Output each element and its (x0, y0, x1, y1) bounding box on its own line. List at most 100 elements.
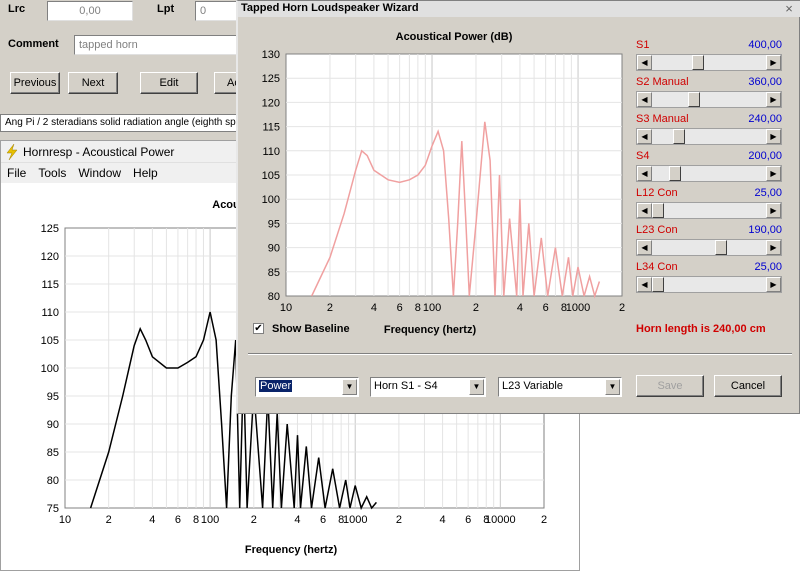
scroll-left-icon[interactable]: ◀ (637, 129, 652, 144)
scroll-right-icon[interactable]: ▶ (766, 129, 781, 144)
cancel-button[interactable]: Cancel (714, 375, 782, 397)
slider-value: 25,00 (754, 187, 782, 199)
x-axis-label: Frequency (hertz) (245, 544, 338, 556)
slider-value: 200,00 (748, 150, 782, 162)
x-tick-label: 2 (106, 514, 112, 526)
y-tick-label: 125 (262, 73, 280, 85)
slider-row: L12 Con 25,00 ◀ ▶ (636, 187, 782, 221)
chevron-down-icon[interactable]: ▼ (342, 379, 357, 395)
scroll-left-icon[interactable]: ◀ (637, 92, 652, 107)
variable-combo[interactable]: L23 Variable ▼ (498, 377, 622, 397)
x-tick-label: 10 (280, 302, 292, 314)
x-tick-label: 6 (543, 302, 549, 314)
y-tick-label: 130 (262, 49, 280, 61)
y-tick-label: 85 (47, 447, 59, 459)
x-tick-label: 4 (294, 514, 300, 526)
slider-track[interactable]: ◀ ▶ (636, 276, 782, 293)
next-button[interactable]: Next (68, 72, 118, 94)
scroll-right-icon[interactable]: ▶ (766, 203, 781, 218)
slider-row: S2 Manual 360,00 ◀ ▶ (636, 76, 782, 110)
scroll-right-icon[interactable]: ▶ (766, 92, 781, 107)
variable-combo-value: L23 Variable (502, 380, 563, 392)
scroll-left-icon[interactable]: ◀ (637, 277, 652, 292)
slider-track[interactable]: ◀ ▶ (636, 54, 782, 71)
x-tick-label: 2 (619, 302, 625, 314)
y-tick-label: 120 (41, 251, 59, 263)
close-icon[interactable]: × (781, 2, 797, 16)
scroll-left-icon[interactable]: ◀ (637, 166, 652, 181)
slider-name: S2 Manual (636, 76, 689, 88)
slider-thumb[interactable] (715, 240, 728, 255)
previous-button[interactable]: Previous (10, 72, 60, 94)
scroll-right-icon[interactable]: ▶ (766, 240, 781, 255)
slider-thumb[interactable] (691, 55, 704, 70)
x-tick-label: 2 (327, 302, 333, 314)
slider-thumb[interactable] (669, 166, 682, 181)
slider-name: L34 Con (636, 261, 678, 273)
slider-row: S1 400,00 ◀ ▶ (636, 39, 782, 73)
menu-tools[interactable]: Tools (32, 163, 72, 183)
x-tick-label: 10000 (485, 514, 516, 526)
slider-track[interactable]: ◀ ▶ (636, 202, 782, 219)
menu-help[interactable]: Help (127, 163, 164, 183)
slider-name: L12 Con (636, 187, 678, 199)
y-tick-label: 95 (47, 391, 59, 403)
angle-text: Ang Pi / 2 steradians solid radiation an… (0, 114, 240, 132)
slider-row: L34 Con 25,00 ◀ ▶ (636, 261, 782, 295)
segment-combo[interactable]: Horn S1 - S4 ▼ (370, 377, 486, 397)
slider-value: 400,00 (748, 39, 782, 51)
slider-row: S4 200,00 ◀ ▶ (636, 150, 782, 184)
scroll-left-icon[interactable]: ◀ (637, 240, 652, 255)
scroll-right-icon[interactable]: ▶ (766, 166, 781, 181)
horn-length-text: Horn length is 240,00 cm (636, 323, 766, 335)
comment-field[interactable]: tapped horn (74, 35, 240, 55)
chevron-down-icon[interactable]: ▼ (605, 379, 620, 395)
y-tick-label: 95 (268, 218, 280, 230)
y-tick-label: 105 (262, 170, 280, 182)
y-tick-label: 110 (262, 146, 280, 158)
slider-thumb[interactable] (652, 277, 664, 292)
menu-file[interactable]: File (1, 163, 32, 183)
wizard-power-chart: 8085909510010511011512012513010 2 4 6 8 100 2 4… (262, 31, 625, 336)
y-tick-label: 90 (268, 243, 280, 255)
save-button[interactable]: Save (636, 375, 704, 397)
view-combo[interactable]: Power ▼ (255, 377, 359, 397)
slider-thumb[interactable] (687, 92, 700, 107)
scroll-left-icon[interactable]: ◀ (637, 203, 652, 218)
x-tick-label: 100 (423, 302, 441, 314)
x-tick-label: 4 (149, 514, 155, 526)
chart-title: Acoustical Power (dB) (396, 31, 513, 43)
scroll-right-icon[interactable]: ▶ (766, 55, 781, 70)
scroll-right-icon[interactable]: ▶ (766, 277, 781, 292)
y-tick-label: 105 (41, 335, 59, 347)
separator (248, 353, 792, 355)
slider-track[interactable]: ◀ ▶ (636, 128, 782, 145)
y-tick-label: 100 (41, 363, 59, 375)
slider-value: 190,00 (748, 224, 782, 236)
wizard-titlebar: Tapped Horn Loudspeaker Wizard (238, 1, 800, 17)
lightning-icon (6, 144, 18, 160)
lpt-field[interactable]: 0 (195, 1, 240, 21)
slider-track[interactable]: ◀ ▶ (636, 91, 782, 108)
lrc-field[interactable]: 0,00 (47, 1, 133, 21)
edit-button[interactable]: Edit (140, 72, 198, 94)
slider-thumb[interactable] (673, 129, 686, 144)
slider-track[interactable]: ◀ ▶ (636, 165, 782, 182)
y-tick-label: 85 (268, 267, 280, 279)
slider-value: 25,00 (754, 261, 782, 273)
show-baseline-label[interactable]: Show Baseline (272, 323, 350, 335)
scroll-left-icon[interactable]: ◀ (637, 55, 652, 70)
slider-name: S1 (636, 39, 650, 51)
y-tick-label: 115 (41, 279, 59, 291)
hornresp-title: Hornresp - Acoustical Power (23, 145, 175, 159)
menu-window[interactable]: Window (72, 163, 127, 183)
x-tick-label: 10 (59, 514, 71, 526)
slider-row: L23 Con 190,00 ◀ ▶ (636, 224, 782, 258)
slider-track[interactable]: ◀ ▶ (636, 239, 782, 256)
chevron-down-icon[interactable]: ▼ (469, 379, 484, 395)
x-tick-label: 4 (517, 302, 523, 314)
show-baseline-checkbox[interactable]: ✔ (253, 323, 264, 334)
slider-thumb[interactable] (652, 203, 664, 218)
slider-row: S3 Manual 240,00 ◀ ▶ (636, 113, 782, 147)
y-tick-label: 110 (41, 307, 59, 319)
